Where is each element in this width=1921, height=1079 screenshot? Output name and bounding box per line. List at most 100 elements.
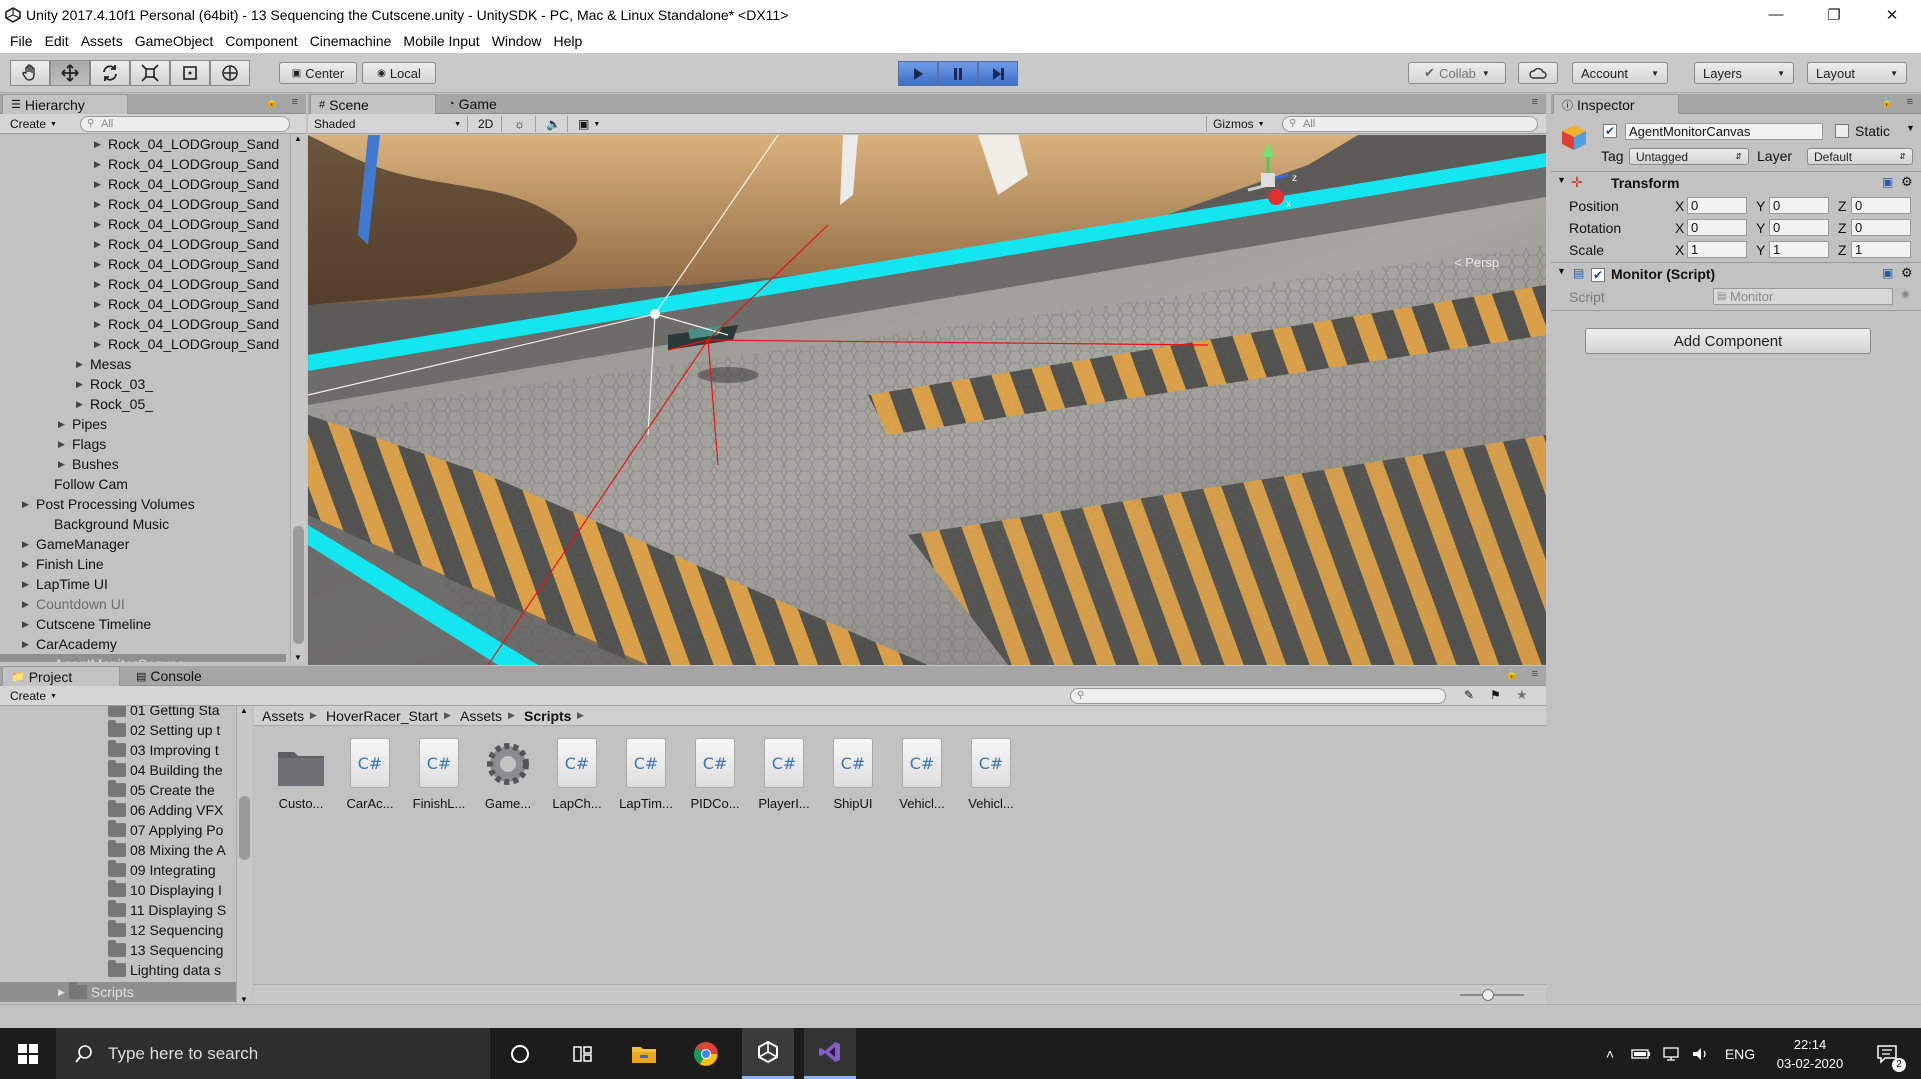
help-book-icon[interactable]: ▣ (1882, 266, 1893, 280)
tab-inspector[interactable]: ⓘ Inspector (1553, 94, 1679, 114)
scroll-up-icon[interactable]: ▲ (240, 706, 248, 715)
scroll-down-icon[interactable]: ▼ (240, 995, 248, 1004)
hierarchy-item[interactable]: ▶ Pipes (0, 414, 286, 434)
lock-icon[interactable]: 🔒 (1881, 97, 1893, 108)
show-hidden-icons-button[interactable]: ˄ (1598, 1028, 1622, 1079)
project-create-dropdown[interactable]: Create ▼ (4, 688, 63, 704)
layout-dropdown[interactable]: Layout ▼ (1807, 62, 1907, 84)
gizmos-dropdown[interactable]: Gizmos ▼ (1206, 116, 1268, 132)
cloud-button[interactable] (1518, 62, 1558, 84)
scale-y-field[interactable]: 1 (1769, 241, 1829, 258)
menu-assets[interactable]: Assets (81, 33, 123, 49)
chevron-down-icon[interactable]: ▼ (1906, 123, 1915, 133)
pivot-local-button[interactable]: ◉ Local (362, 62, 436, 84)
gear-icon[interactable]: ⚙ (1901, 174, 1913, 190)
scroll-up-icon[interactable]: ▲ (294, 134, 302, 143)
hierarchy-item[interactable]: ▶ Rock_04_LODGroup_Sand (0, 214, 286, 234)
position-x-field[interactable]: 0 (1687, 197, 1747, 214)
hierarchy-item[interactable]: ▶ Rock_04_LODGroup_Sand (0, 314, 286, 334)
foldout-arrow-icon[interactable]: ▶ (58, 459, 72, 470)
breadcrumb-item[interactable]: HoverRacer_Start (326, 708, 438, 724)
visual-studio-button[interactable] (804, 1028, 856, 1079)
project-folder-item[interactable]: 05 Create the (108, 780, 215, 800)
scene-search-input[interactable]: ⚲ All (1282, 116, 1538, 132)
shading-mode-dropdown[interactable]: Shaded ▼ (308, 116, 468, 132)
foldout-arrow-icon[interactable]: ▶ (94, 139, 108, 150)
hierarchy-create-dropdown[interactable]: Create ▼ (4, 116, 63, 132)
foldout-arrow-icon[interactable]: ▶ (58, 987, 65, 998)
rotate-tool-icon[interactable] (90, 60, 130, 86)
foldout-arrow-icon[interactable]: ▶ (22, 559, 36, 570)
foldout-arrow-icon[interactable]: ▶ (94, 239, 108, 250)
account-dropdown[interactable]: Account ▼ (1572, 62, 1668, 84)
rotation-z-field[interactable]: 0 (1851, 219, 1911, 236)
hierarchy-item[interactable]: ▶ Rock_04_LODGroup_Sand (0, 234, 286, 254)
foldout-arrow-icon[interactable]: ▶ (94, 219, 108, 230)
battery-icon[interactable] (1628, 1028, 1654, 1079)
menu-window[interactable]: Window (492, 33, 542, 49)
project-search-input[interactable]: ⚲ (1070, 688, 1446, 704)
project-folder-item[interactable]: 02 Setting up t (108, 720, 220, 740)
foldout-arrow-icon[interactable]: ▶ (94, 279, 108, 290)
foldout-arrow-icon[interactable]: ▶ (58, 419, 72, 430)
project-folder-item[interactable]: 13 Sequencing (108, 940, 223, 960)
scene-viewport[interactable]: z x < Persp (308, 135, 1546, 665)
foldout-arrow-icon[interactable]: ▶ (22, 579, 36, 590)
hierarchy-search-input[interactable]: ⚲ All (80, 116, 290, 132)
cortana-button[interactable] (494, 1028, 546, 1079)
asset-item[interactable]: C# FinishL... (408, 738, 470, 811)
hierarchy-item[interactable]: ▶ Flags (0, 434, 286, 454)
menu-file[interactable]: File (10, 33, 33, 49)
foldout-arrow-icon[interactable]: ▶ (76, 359, 90, 370)
foldout-arrow-icon[interactable]: ▶ (94, 159, 108, 170)
foldout-arrow-icon[interactable]: ▼ (1557, 266, 1566, 276)
rect-tool-icon[interactable] (170, 60, 210, 86)
unity-taskbar-button[interactable] (742, 1028, 794, 1079)
project-folder-item[interactable]: Lighting data s (108, 960, 221, 980)
start-button[interactable] (0, 1028, 56, 1079)
position-y-field[interactable]: 0 (1769, 197, 1829, 214)
asset-item[interactable]: Custo... (270, 738, 332, 811)
transform-header[interactable]: ▼ ✛ Transform ▣ ⚙ (1551, 174, 1921, 194)
layer-dropdown[interactable]: Default ⇵ (1807, 148, 1913, 165)
hierarchy-item[interactable]: ▶ Rock_04_LODGroup_Sand (0, 274, 286, 294)
menu-cinemachine[interactable]: Cinemachine (310, 33, 392, 49)
panel-menu-icon[interactable]: ≡ (292, 96, 298, 108)
foldout-arrow-icon[interactable]: ▶ (76, 399, 90, 410)
tab-scene[interactable]: # Scene (310, 94, 436, 114)
asset-item[interactable]: C# ShipUI (822, 738, 884, 811)
scroll-down-icon[interactable]: ▼ (294, 653, 302, 662)
hierarchy-item[interactable]: ▶ GameManager (0, 534, 286, 554)
hierarchy-item[interactable]: Background Music (0, 514, 286, 534)
scale-z-field[interactable]: 1 (1851, 241, 1911, 258)
project-tree-scrollbar[interactable]: ▲ ▼ (236, 706, 252, 1004)
object-name-field[interactable]: AgentMonitorCanvas (1625, 123, 1823, 140)
effects-dropdown[interactable]: ▣ ▼ (572, 116, 616, 132)
asset-item[interactable]: C# Vehicl... (960, 738, 1022, 811)
panel-menu-icon[interactable]: ≡ (1907, 96, 1913, 108)
foldout-arrow-icon[interactable]: ▶ (94, 179, 108, 190)
persp-label[interactable]: < Persp (1454, 255, 1499, 270)
hierarchy-item[interactable]: ▶ Post Processing Volumes (0, 494, 286, 514)
foldout-arrow-icon[interactable]: ▶ (22, 599, 36, 610)
hierarchy-item[interactable]: ▶ CarAcademy (0, 634, 286, 654)
foldout-arrow-icon[interactable]: ▶ (58, 439, 72, 450)
position-z-field[interactable]: 0 (1851, 197, 1911, 214)
monitor-script-header[interactable]: ▼ ▤ ✔ Monitor (Script) ▣ ⚙ (1551, 265, 1921, 285)
project-folder-item[interactable]: 03 Improving t (108, 740, 219, 760)
lighting-toggle[interactable]: ☼ (508, 116, 536, 132)
favorite-star-icon[interactable]: ★ (1516, 687, 1528, 703)
asset-item[interactable]: C# LapTim... (615, 738, 677, 811)
project-folder-item[interactable]: 07 Applying Po (108, 820, 223, 840)
hierarchy-item[interactable]: ▶ Rock_04_LODGroup_Sand (0, 154, 286, 174)
foldout-arrow-icon[interactable]: ▶ (76, 379, 90, 390)
hierarchy-item[interactable]: ▶ Mesas (0, 354, 286, 374)
task-view-button[interactable] (556, 1028, 608, 1079)
hierarchy-scrollbar[interactable]: ▲ ▼ (290, 134, 306, 662)
tab-console[interactable]: ▤ Console (128, 666, 228, 686)
hierarchy-item[interactable]: ▶ Rock_05_ (0, 394, 286, 414)
hierarchy-item[interactable]: ▶ Finish Line (0, 554, 286, 574)
foldout-arrow-icon[interactable]: ▶ (22, 639, 36, 650)
move-tool-icon[interactable] (50, 60, 90, 86)
lock-icon[interactable]: 🔒 (266, 97, 278, 108)
